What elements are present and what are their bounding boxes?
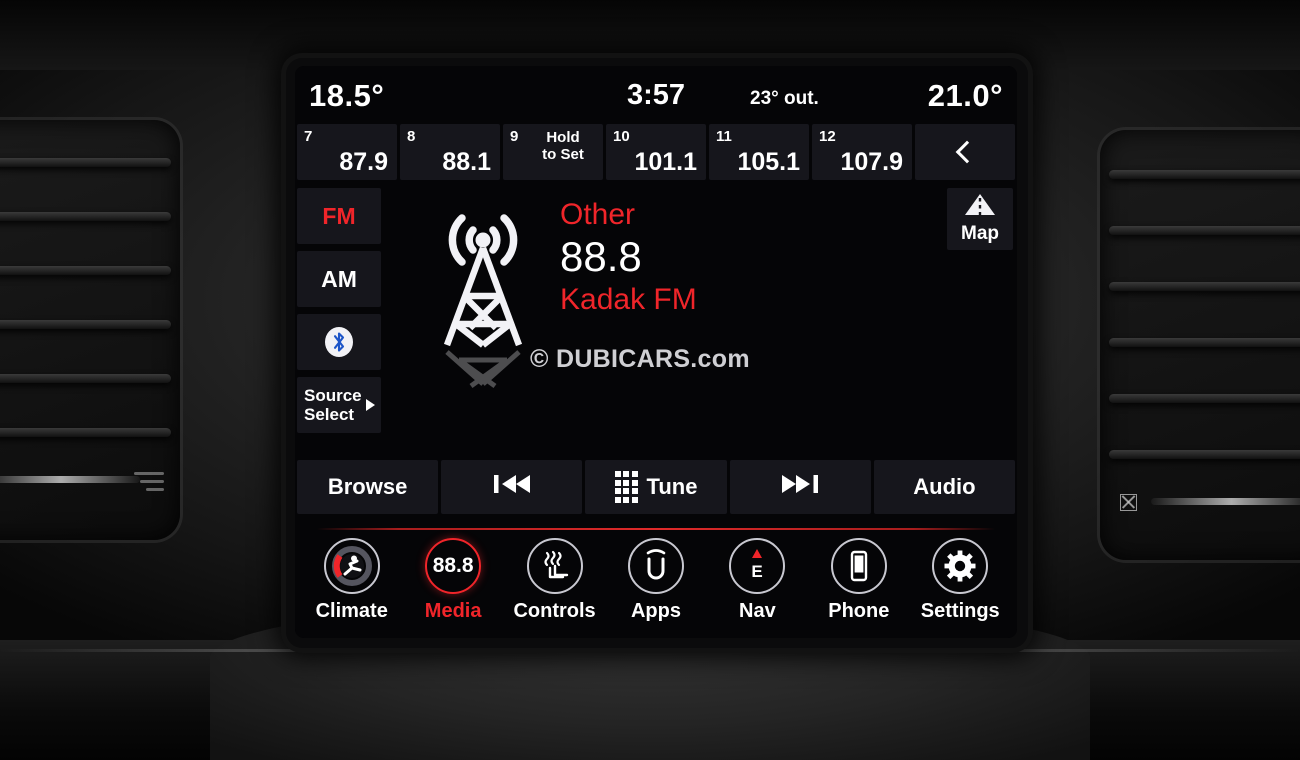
preset-number: 9 bbox=[510, 128, 519, 145]
climate-dial-icon bbox=[323, 538, 380, 594]
source-button-am[interactable]: AM bbox=[297, 251, 381, 307]
now-playing-info: Other 88.8 Kadak FM bbox=[560, 198, 697, 317]
main-navigation-bar: Climate 88.8 Media Controls Apps E Nav P… bbox=[295, 530, 1017, 638]
preset-hold-to-set-label: Hold to Set bbox=[531, 129, 595, 164]
map-road-icon bbox=[963, 193, 997, 222]
vent-closed-indicator-icon bbox=[1120, 494, 1137, 511]
outside-temperature: 23° out. bbox=[750, 88, 819, 109]
nav-label-climate: Climate bbox=[315, 600, 388, 622]
clock: 3:57 bbox=[626, 79, 686, 111]
preset-button-11[interactable]: 11 105.1 bbox=[709, 124, 809, 180]
source-select-button[interactable]: Source Select bbox=[297, 377, 381, 433]
station-genre: Other bbox=[560, 198, 636, 231]
air-vent-right bbox=[1100, 130, 1300, 560]
nav-label-apps: Apps bbox=[630, 600, 681, 622]
preset-frequency: 101.1 bbox=[634, 148, 697, 176]
phone-handset-icon bbox=[830, 538, 887, 594]
preset-frequency: 88.1 bbox=[442, 148, 491, 176]
audio-label: Audio bbox=[913, 474, 976, 499]
preset-button-10[interactable]: 10 101.1 bbox=[606, 124, 706, 180]
nav-label-phone: Phone bbox=[828, 600, 890, 622]
tune-button[interactable]: Tune bbox=[585, 460, 727, 514]
bluetooth-icon bbox=[325, 327, 353, 357]
vehicle-dashboard: 18.5° 3:57 23° out. 21.0° 7 87.9 8 88.1 … bbox=[0, 0, 1300, 760]
preset-button-12[interactable]: 12 107.9 bbox=[812, 124, 912, 180]
radio-preset-row: 7 87.9 8 88.1 9 Hold to Set 10 101.1 11 bbox=[295, 124, 1017, 180]
preset-number: 10 bbox=[613, 128, 630, 145]
source-label-am: AM bbox=[321, 265, 357, 292]
media-content-area: FM AM Source Select Other 88.8 Kadak FM … bbox=[295, 180, 1017, 460]
preset-number: 7 bbox=[304, 128, 313, 145]
station-name: Kadak FM bbox=[560, 282, 697, 316]
image-watermark: © DUBICARS.com bbox=[530, 345, 750, 373]
nav-item-controls[interactable]: Controls bbox=[504, 538, 605, 638]
source-button-fm[interactable]: FM bbox=[297, 188, 381, 244]
chevron-left-icon bbox=[955, 140, 979, 164]
preset-frequency: 105.1 bbox=[737, 148, 800, 176]
tune-label: Tune bbox=[646, 474, 698, 499]
infotainment-screen: 18.5° 3:57 23° out. 21.0° 7 87.9 8 88.1 … bbox=[295, 66, 1017, 638]
gear-icon bbox=[932, 538, 989, 594]
hold-line-2: to Set bbox=[542, 146, 584, 164]
uconnect-u-icon bbox=[627, 538, 684, 594]
browse-label: Browse bbox=[327, 474, 408, 499]
preset-frequency: 87.9 bbox=[339, 148, 388, 176]
compass-east-icon: E bbox=[729, 538, 786, 594]
seek-previous-button[interactable] bbox=[441, 460, 583, 514]
map-label: Map bbox=[961, 223, 999, 244]
status-bar: 18.5° 3:57 23° out. 21.0° bbox=[295, 66, 1017, 124]
dashboard-trim-ridge bbox=[0, 649, 1300, 652]
nav-item-phone[interactable]: Phone bbox=[808, 538, 909, 638]
preset-frequency: 107.9 bbox=[840, 148, 903, 176]
nav-item-climate[interactable]: Climate bbox=[301, 538, 402, 638]
skip-previous-icon bbox=[492, 473, 532, 501]
skip-next-icon bbox=[780, 473, 820, 501]
media-frequency-badge: 88.8 bbox=[432, 554, 474, 577]
radio-tower-icon bbox=[423, 200, 543, 410]
nav-item-nav[interactable]: E Nav bbox=[707, 538, 808, 638]
svg-text:E: E bbox=[752, 562, 763, 581]
station-frequency: 88.8 bbox=[560, 232, 642, 280]
browse-button[interactable]: Browse bbox=[297, 460, 439, 514]
preset-number: 12 bbox=[819, 128, 836, 145]
nav-label-settings: Settings bbox=[920, 600, 1000, 622]
source-label-fm: FM bbox=[322, 202, 356, 229]
preset-button-8[interactable]: 8 88.1 bbox=[400, 124, 500, 180]
source-button-column: FM AM Source Select bbox=[297, 188, 381, 433]
media-frequency-icon: 88.8 bbox=[425, 538, 482, 594]
hold-line-1: Hold bbox=[546, 129, 580, 146]
audio-settings-button[interactable]: Audio bbox=[873, 460, 1016, 514]
keypad-grid-icon bbox=[614, 471, 638, 503]
seek-next-button[interactable] bbox=[729, 460, 871, 514]
preset-page-back-button[interactable] bbox=[915, 124, 1015, 180]
transport-control-bar: Browse Tune Audio bbox=[295, 460, 1017, 514]
preset-number: 8 bbox=[407, 128, 416, 145]
nav-label-controls: Controls bbox=[513, 600, 596, 622]
preset-button-9-empty[interactable]: 9 Hold to Set bbox=[503, 124, 603, 180]
nav-label-nav: Nav bbox=[739, 600, 776, 622]
air-vent-left bbox=[0, 120, 180, 540]
dashboard-lower-trim bbox=[0, 640, 1300, 760]
source-select-label: Source Select bbox=[304, 385, 362, 424]
passenger-temperature[interactable]: 21.0° bbox=[928, 78, 1003, 114]
preset-button-7[interactable]: 7 87.9 bbox=[297, 124, 397, 180]
nav-item-settings[interactable]: Settings bbox=[910, 538, 1011, 638]
heated-seat-icon bbox=[526, 538, 583, 594]
nav-item-media[interactable]: 88.8 Media bbox=[402, 538, 503, 638]
map-shortcut-button[interactable]: Map bbox=[947, 188, 1013, 250]
preset-number: 11 bbox=[716, 128, 732, 145]
nav-item-apps[interactable]: Apps bbox=[605, 538, 706, 638]
nav-label-media: Media bbox=[424, 600, 482, 622]
source-button-bluetooth[interactable] bbox=[297, 314, 381, 370]
arrow-right-icon bbox=[366, 399, 375, 411]
